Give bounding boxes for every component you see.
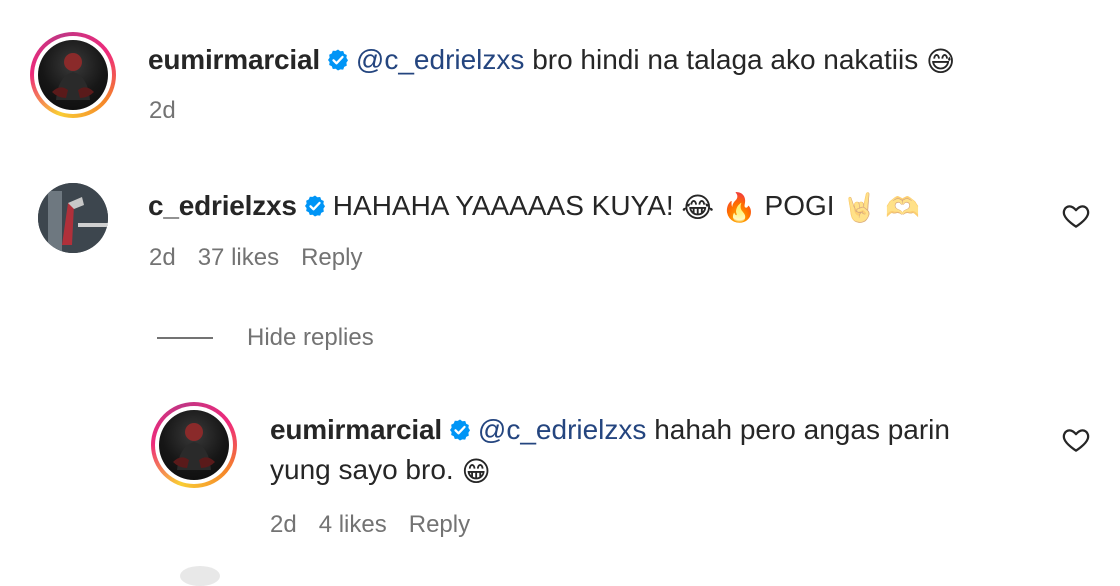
sweat-smile-emoji: 😅	[926, 44, 956, 78]
mention-link[interactable]: @c_edrielzxs	[478, 414, 646, 445]
avatar[interactable]	[38, 183, 108, 253]
reply-timestamp[interactable]: 2d	[270, 511, 297, 538]
hide-replies-toggle[interactable]: Hide replies	[157, 322, 374, 354]
hide-replies-label[interactable]: Hide replies	[247, 324, 374, 352]
verified-badge-icon	[304, 195, 325, 217]
grinning-emoji: 😁	[461, 454, 491, 488]
laughing-emoji: 😂	[681, 190, 715, 224]
reply-button[interactable]: Reply	[301, 244, 362, 271]
comment-text-part2: POGI	[764, 190, 835, 221]
comment-timestamp[interactable]: 2d	[149, 97, 176, 124]
next-avatar-partial	[180, 566, 220, 586]
comment-timestamp[interactable]: 2d	[149, 244, 176, 271]
heart-outline-icon[interactable]	[1061, 425, 1091, 455]
comment-username[interactable]: eumirmarcial	[148, 44, 320, 75]
replies-divider-line	[157, 337, 213, 339]
reply-text-line1: hahah pero angas parin	[654, 414, 950, 445]
rock-hand-emoji: 🤘	[842, 190, 878, 224]
likes-count[interactable]: 4 likes	[319, 511, 387, 538]
comment-text-part1: HAHAHA YAAAAAS KUYA!	[332, 190, 674, 221]
verified-badge-icon	[327, 49, 348, 71]
verified-badge-icon	[449, 419, 470, 441]
reply-username[interactable]: eumirmarcial	[270, 414, 442, 445]
likes-count[interactable]: 37 likes	[198, 244, 279, 271]
reply-button[interactable]: Reply	[409, 511, 470, 538]
heart-hands-emoji: 🫶	[885, 190, 920, 224]
avatar[interactable]	[151, 402, 237, 488]
comment-username[interactable]: c_edrielzxs	[148, 190, 297, 221]
mention-link[interactable]: @c_edrielzxs	[356, 44, 524, 75]
heart-outline-icon[interactable]	[1061, 201, 1091, 231]
fire-emoji: 🔥	[721, 190, 757, 224]
comment-text: bro hindi na talaga ako nakatiis	[532, 44, 919, 75]
avatar[interactable]	[30, 32, 116, 118]
reply-text-line2: yung sayo bro.	[270, 454, 454, 485]
